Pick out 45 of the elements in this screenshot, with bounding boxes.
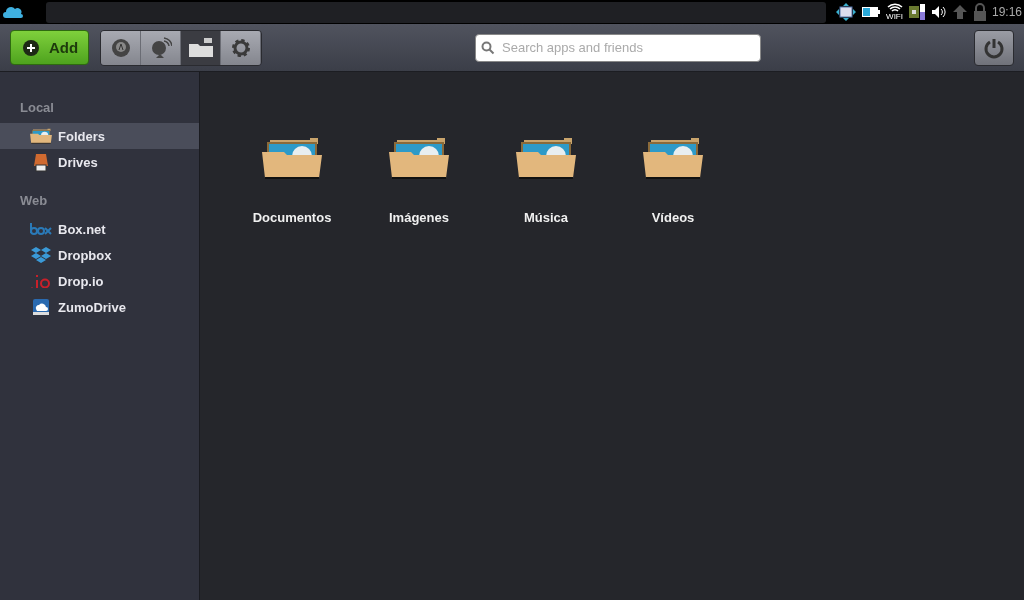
speaker-icon[interactable] (930, 5, 947, 19)
mode-tab[interactable] (141, 30, 181, 65)
search-icon (481, 40, 495, 55)
search-field[interactable]: Search apps and friends (475, 33, 761, 62)
folder-icon (516, 136, 576, 180)
folder-item[interactable]: Imágenes (359, 136, 479, 225)
mode-tab[interactable] (221, 30, 261, 65)
sidebar-item[interactable]: ZumoDrive (0, 294, 199, 320)
power-button[interactable] (974, 29, 1014, 66)
folder-icon (262, 136, 322, 180)
screen-icon[interactable] (836, 3, 857, 21)
folder-icon (643, 136, 703, 180)
cloud-icon[interactable] (3, 6, 23, 18)
mode-tab[interactable] (181, 30, 221, 65)
sidebar-item[interactable]: Drives (0, 149, 199, 175)
clock: 19:16 (991, 5, 1022, 19)
settings-icon (229, 36, 252, 59)
add-button[interactable]: Add (10, 30, 89, 65)
folder-item[interactable]: Documentos (232, 136, 352, 225)
section-heading: Web (19, 193, 49, 208)
app-store-icon (110, 37, 131, 58)
satellite-dish-icon (149, 36, 172, 59)
sidebar-item[interactable]: Drop.io (0, 268, 199, 294)
sidebar-item[interactable]: Box.net (0, 216, 199, 242)
sidebar-item[interactable]: Dropbox (0, 242, 199, 268)
box-logo-icon (30, 223, 52, 235)
power-icon (983, 36, 1005, 59)
cloud-drive-icon (32, 298, 50, 316)
wifi-label: WIFI (886, 13, 903, 21)
wifi-icon[interactable] (886, 3, 903, 13)
folder-icon (187, 37, 214, 58)
sidebar-item[interactable]: Folders (0, 123, 199, 149)
folder-item[interactable]: Vídeos (613, 136, 733, 225)
folder-icon (389, 136, 449, 180)
section-heading: Local (19, 100, 55, 115)
folder-icon (30, 128, 52, 144)
usb-drive-icon (33, 152, 49, 172)
memory-icon[interactable] (907, 3, 926, 21)
battery-icon[interactable] (861, 6, 882, 18)
dot-io-icon (30, 274, 52, 288)
plus-icon (23, 39, 39, 56)
mode-tab[interactable] (101, 30, 141, 65)
lock-icon[interactable] (972, 3, 987, 21)
open-box-icon (31, 246, 51, 264)
folder-item[interactable]: Música (486, 136, 606, 225)
